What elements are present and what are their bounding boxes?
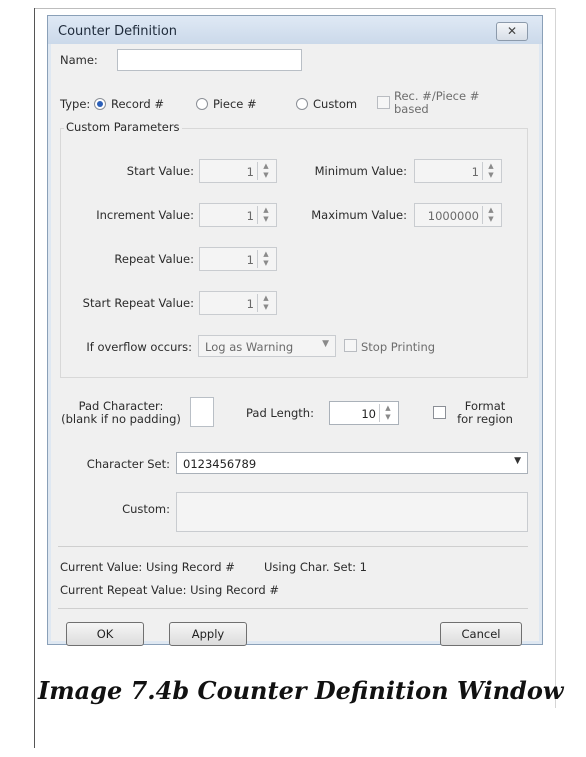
minimum-value-spinner[interactable]: 1 ▲ ▼ <box>414 159 502 183</box>
rec-piece-based-label: Rec. #/Piece # based <box>394 89 480 116</box>
repeat-value-spinner[interactable]: 1 ▲ ▼ <box>199 247 277 271</box>
pad-length-label: Pad Length: <box>246 406 314 420</box>
name-input[interactable] <box>117 49 302 71</box>
overflow-label: If overflow occurs: <box>86 340 192 354</box>
pad-character-label: Pad Character: (blank if no padding) <box>56 400 186 426</box>
chevron-down-icon: ▼ <box>322 339 329 349</box>
window-title: Counter Definition <box>58 24 178 39</box>
format-region-checkbox[interactable] <box>433 406 446 419</box>
format-region-line2: for region <box>457 412 513 426</box>
maximum-value-spinner[interactable]: 1000000 ▲ ▼ <box>414 203 502 227</box>
page-frame-top <box>34 8 556 9</box>
type-record-radio[interactable] <box>94 98 106 110</box>
minimum-value-label: Minimum Value: <box>314 164 407 178</box>
pad-length-value: 10 <box>361 407 376 421</box>
overflow-select[interactable]: Log as Warning ▼ <box>198 335 336 357</box>
page-frame-right <box>555 8 556 708</box>
start-repeat-value-value: 1 <box>246 297 254 311</box>
increment-value-spinner[interactable]: 1 ▲ ▼ <box>199 203 277 227</box>
stop-printing-checkbox[interactable] <box>344 339 357 352</box>
increment-value-label: Increment Value: <box>96 208 194 222</box>
pad-character-label-line2: (blank if no padding) <box>61 412 181 426</box>
divider <box>58 546 528 547</box>
current-repeat-value-text: Current Repeat Value: Using Record # <box>60 583 279 597</box>
character-set-select[interactable]: 0123456789 ▼ <box>176 452 528 474</box>
current-value-text: Current Value: Using Record # <box>60 560 235 574</box>
start-value-spinner[interactable]: 1 ▲ ▼ <box>199 159 277 183</box>
type-piece-label: Piece # <box>213 97 257 111</box>
name-label: Name: <box>60 53 98 67</box>
repeat-value-value: 1 <box>246 253 254 267</box>
pad-character-input[interactable] <box>190 397 214 427</box>
chevron-down-icon: ▼ <box>514 456 521 466</box>
pad-length-spinner[interactable]: 10 ▲ ▼ <box>329 401 399 425</box>
spin-arrows-icon[interactable]: ▲ ▼ <box>379 404 396 422</box>
type-label: Type: <box>60 97 91 111</box>
start-repeat-value-label: Start Repeat Value: <box>82 296 194 310</box>
type-record-label: Record # <box>111 97 165 111</box>
minimum-value-value: 1 <box>471 165 479 179</box>
spin-arrows-icon[interactable]: ▲ ▼ <box>257 250 274 268</box>
figure-caption: Image 7.4b Counter Definition Window <box>38 676 564 705</box>
increment-value-value: 1 <box>246 209 254 223</box>
spin-arrows-icon[interactable]: ▲ ▼ <box>257 206 274 224</box>
stop-printing-label: Stop Printing <box>361 340 436 354</box>
character-set-label: Character Set: <box>86 457 170 471</box>
custom-label: Custom: <box>122 502 170 516</box>
format-region-label: Format for region <box>450 400 520 426</box>
character-set-value: 0123456789 <box>183 457 257 471</box>
maximum-value-label: Maximum Value: <box>311 208 407 222</box>
page-frame-left <box>34 8 35 748</box>
spin-arrows-icon[interactable]: ▲ ▼ <box>482 206 499 224</box>
close-icon[interactable]: ✕ <box>496 22 528 41</box>
start-value-value: 1 <box>246 165 254 179</box>
type-custom-label: Custom <box>313 97 358 111</box>
spin-arrows-icon[interactable]: ▲ ▼ <box>482 162 499 180</box>
start-repeat-value-spinner[interactable]: 1 ▲ ▼ <box>199 291 277 315</box>
maximum-value-value: 1000000 <box>427 209 479 223</box>
cancel-button[interactable]: Cancel <box>440 622 522 646</box>
title-bar: Counter Definition ✕ <box>48 16 542 44</box>
spin-arrows-icon[interactable]: ▲ ▼ <box>257 294 274 312</box>
apply-button[interactable]: Apply <box>169 622 247 646</box>
ok-button[interactable]: OK <box>66 622 144 646</box>
pad-character-label-line1: Pad Character: <box>78 399 164 413</box>
custom-parameters-title: Custom Parameters <box>64 120 182 134</box>
spin-arrows-icon[interactable]: ▲ ▼ <box>257 162 274 180</box>
type-piece-radio[interactable] <box>196 98 208 110</box>
char-set-text: Using Char. Set: 1 <box>264 560 367 574</box>
format-region-line1: Format <box>464 399 506 413</box>
overflow-value: Log as Warning <box>205 340 294 354</box>
divider <box>58 608 528 609</box>
repeat-value-label: Repeat Value: <box>114 252 194 266</box>
start-value-label: Start Value: <box>126 164 194 178</box>
dialog-body: Name: Type: Record # Piece # Custom Rec.… <box>54 44 536 646</box>
type-custom-radio[interactable] <box>296 98 308 110</box>
rec-piece-based-checkbox[interactable] <box>377 96 390 109</box>
custom-charset-field[interactable] <box>176 492 528 532</box>
counter-definition-dialog: Counter Definition ✕ Name: Type: Record … <box>47 15 543 646</box>
